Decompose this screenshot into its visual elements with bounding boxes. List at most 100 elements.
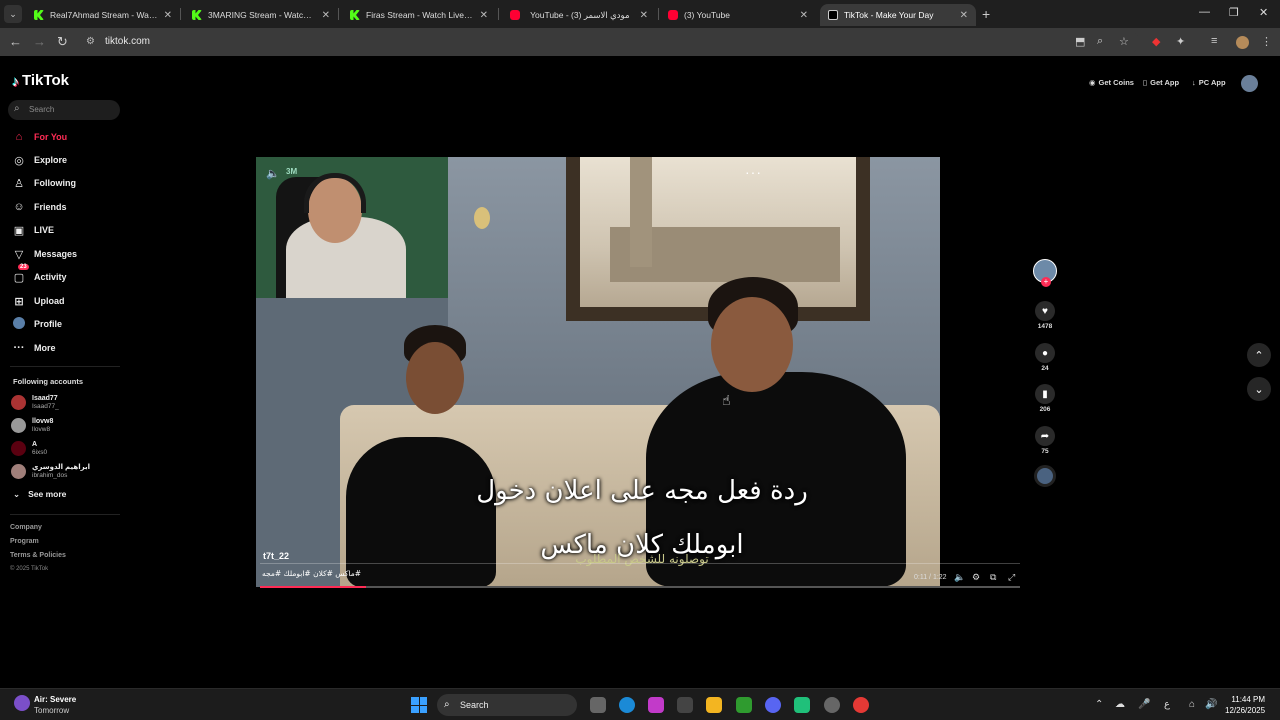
settings-app-icon[interactable]: [824, 697, 840, 713]
following-account[interactable]: llovw8 llovw8: [11, 417, 53, 434]
task-view-icon[interactable]: [590, 697, 606, 713]
comment-button[interactable]: ● 24: [1033, 343, 1057, 372]
speaker-icon[interactable]: 🔊: [1205, 699, 1217, 710]
save-count: 206: [1039, 406, 1051, 413]
share-button[interactable]: ➦ 75: [1033, 426, 1057, 455]
following-account[interactable]: Isaad77 Isaad77_: [11, 394, 59, 411]
video-progress-bar[interactable]: [260, 586, 1020, 588]
system-clock[interactable]: 11:44 PM 12/26/2025: [1225, 694, 1265, 716]
settings-icon[interactable]: ⚙: [972, 572, 980, 583]
browser-tab[interactable]: (3) YouTube ✕: [660, 4, 816, 26]
compass-icon: ◎: [14, 154, 24, 167]
edge-icon[interactable]: [619, 697, 635, 713]
microphone-icon[interactable]: 🎤: [1138, 699, 1150, 710]
user-avatar[interactable]: [1241, 75, 1258, 92]
follow-plus-icon[interactable]: +: [1041, 277, 1051, 287]
volume-icon[interactable]: 🔈: [266, 167, 280, 180]
tab-search-button[interactable]: ⌄: [4, 5, 22, 23]
extensions-puzzle-icon[interactable]: ✦: [1176, 35, 1185, 48]
back-icon[interactable]: ←: [9, 34, 22, 49]
new-tab-button[interactable]: +: [982, 6, 990, 22]
network-icon[interactable]: ⌂: [1189, 699, 1195, 710]
nav-more[interactable]: ··· More: [12, 339, 56, 357]
copilot-icon[interactable]: [648, 697, 664, 713]
close-tab-icon[interactable]: ✕: [322, 10, 330, 21]
onedrive-icon[interactable]: ☁: [1115, 699, 1125, 710]
tray-chevron-icon[interactable]: ⌃: [1095, 699, 1103, 710]
nav-messages[interactable]: ▽ Messages: [12, 245, 77, 263]
xbox-icon[interactable]: [736, 697, 752, 713]
profile-avatar-icon[interactable]: [1236, 36, 1249, 49]
file-explorer-icon[interactable]: [706, 697, 722, 713]
video-progress-fill: [260, 586, 367, 588]
more-options-icon[interactable]: ···: [745, 164, 762, 180]
pc-app-button[interactable]: ↓ PC App: [1192, 78, 1226, 87]
footer-program-link[interactable]: Program: [10, 538, 39, 545]
browser-tab[interactable]: 3MARING Stream - Watch Live ✕: [184, 4, 338, 26]
bookmark-star-icon[interactable]: ☆: [1119, 35, 1129, 48]
app-icon[interactable]: [794, 697, 810, 713]
close-tab-icon[interactable]: ✕: [640, 10, 648, 21]
get-app-button[interactable]: ▯ Get App: [1143, 78, 1179, 87]
minimize-icon[interactable]: —: [1199, 6, 1210, 18]
following-account[interactable]: A 6ixs0: [11, 440, 47, 457]
extension-icon[interactable]: ◆: [1152, 35, 1160, 48]
browser-tab[interactable]: YouTube - (3) مودي الاسمر ✕: [502, 4, 656, 26]
fullscreen-icon[interactable]: ⤢: [1008, 572, 1015, 583]
close-window-icon[interactable]: ✕: [1259, 6, 1268, 19]
video-hashtags[interactable]: #ماكس #كلان #ابوملك #مجه: [262, 569, 361, 578]
nav-for-you[interactable]: ⌂ For You: [12, 128, 68, 146]
forward-icon[interactable]: →: [33, 34, 46, 49]
address-bar[interactable]: ⚙ tiktok.com: [80, 31, 1140, 53]
tiktok-logo[interactable]: ♪ TikTok: [12, 72, 69, 89]
browser-tab-active[interactable]: TikTok - Make Your Day ✕: [820, 4, 976, 26]
browser-tab[interactable]: Firas Stream - Watch Live on K ✕: [342, 4, 496, 26]
video-author[interactable]: t7t_22: [263, 551, 289, 561]
windows-start-icon[interactable]: [411, 697, 427, 713]
phone-icon: ▯: [1143, 78, 1148, 87]
nav-friends[interactable]: ☺ Friends: [12, 198, 66, 216]
reload-icon[interactable]: ↻: [57, 34, 68, 50]
save-button[interactable]: ▮ 206: [1033, 384, 1057, 413]
like-button[interactable]: ♥ 1478: [1033, 301, 1057, 330]
nav-upload[interactable]: ⊞ Upload: [12, 292, 64, 310]
taskbar-search[interactable]: ⌕ Search: [437, 694, 577, 716]
nav-activity[interactable]: ▢ 23 Activity: [12, 264, 67, 286]
close-tab-icon[interactable]: ✕: [800, 10, 808, 21]
close-tab-icon[interactable]: ✕: [480, 10, 488, 21]
footer-terms-link[interactable]: Terms & Policies: [10, 552, 66, 559]
chrome-menu-icon[interactable]: ⋮: [1261, 35, 1272, 48]
zoom-icon[interactable]: ⌕: [1097, 35, 1103, 48]
browser-tab[interactable]: Real7Ahmad Stream - Watch Li ✕: [26, 4, 180, 26]
nav-following[interactable]: ♙ Following: [12, 174, 76, 192]
store-icon[interactable]: [677, 697, 693, 713]
site-info-icon[interactable]: ⚙: [86, 36, 95, 47]
discord-icon[interactable]: [765, 697, 781, 713]
music-disc[interactable]: [1033, 465, 1057, 487]
close-tab-icon[interactable]: ✕: [164, 10, 172, 21]
get-coins-button[interactable]: ◉ Get Coins: [1089, 78, 1134, 87]
close-tab-icon[interactable]: ✕: [960, 10, 968, 21]
weather-icon[interactable]: [14, 695, 30, 711]
install-app-icon[interactable]: ⬒: [1075, 35, 1085, 48]
mute-icon[interactable]: 🔈: [954, 572, 965, 583]
download-icon: ↓: [1192, 78, 1196, 87]
nav-label: Activity: [34, 272, 67, 282]
language-icon[interactable]: ع: [1164, 699, 1170, 710]
pip-icon[interactable]: ⧉: [990, 572, 996, 583]
nav-live[interactable]: ▣ LIVE: [12, 221, 54, 239]
following-account[interactable]: ابراهيم الدوسري ibrahim_dos: [11, 463, 90, 480]
nav-explore[interactable]: ◎ Explore: [12, 151, 67, 169]
reading-list-icon[interactable]: ≡: [1211, 35, 1217, 47]
footer-company-link[interactable]: Company: [10, 524, 42, 531]
chrome-icon[interactable]: [853, 697, 869, 713]
nav-profile[interactable]: Profile: [12, 315, 62, 333]
restore-icon[interactable]: ❐: [1229, 6, 1239, 19]
creator-avatar[interactable]: +: [1033, 259, 1057, 287]
video-player[interactable]: 🔈 3M: [256, 157, 940, 587]
see-more-button[interactable]: ⌄ See more: [13, 489, 66, 500]
nav-label: For You: [34, 132, 68, 142]
search-input[interactable]: ⌕ Search: [8, 100, 120, 120]
next-video-button[interactable]: ⌄: [1247, 377, 1271, 401]
previous-video-button[interactable]: ⌃: [1247, 343, 1271, 367]
